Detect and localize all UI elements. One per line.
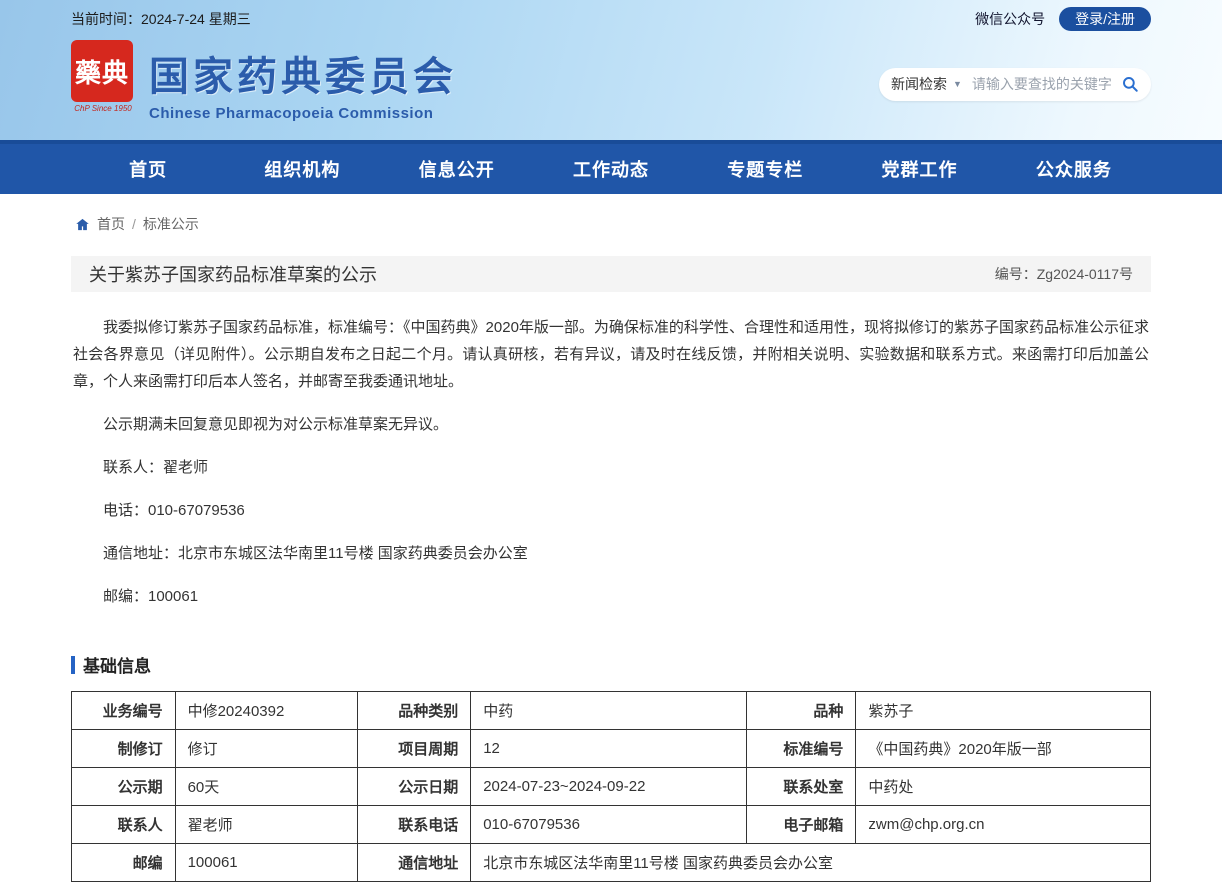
cell-label: 电子邮箱 [747, 806, 856, 844]
cell-label: 品种 [747, 692, 856, 730]
cell-value: 修订 [175, 730, 357, 768]
chevron-down-icon: ▼ [953, 79, 962, 89]
article-title-bar: 关于紫苏子国家药品标准草案的公示 编号：Zg2024-0117号 [71, 256, 1151, 292]
article-title: 关于紫苏子国家药品标准草案的公示 [89, 261, 377, 287]
site-title: 国家药典委员会 [149, 44, 457, 102]
breadcrumb: 首页 / 标准公示 [71, 194, 1151, 256]
table-row: 业务编号 中修20240392 品种类别 中药 品种 紫苏子 [72, 692, 1151, 730]
current-time-label: 当前时间：2024-7-24 星期三 [71, 9, 251, 29]
nav-item-work-news[interactable]: 工作动态 [534, 144, 688, 194]
contact-person-line: 联系人：翟老师 [73, 454, 1149, 481]
nav-item-party-work[interactable]: 党群工作 [842, 144, 996, 194]
breadcrumb-home-link[interactable]: 首页 [97, 214, 125, 234]
cell-value: 《中国药典》2020年版一部 [856, 730, 1151, 768]
login-register-button[interactable]: 登录/注册 [1059, 7, 1151, 31]
cell-label: 公示期 [72, 768, 176, 806]
basic-info-table: 业务编号 中修20240392 品种类别 中药 品种 紫苏子 制修订 修订 项目… [71, 691, 1151, 882]
article-body: 我委拟修订紫苏子国家药品标准，标准编号：《中国药典》2020年版一部。为确保标准… [71, 292, 1151, 636]
main-nav: 首页 组织机构 信息公开 工作动态 专题专栏 党群工作 公众服务 [0, 140, 1222, 194]
nav-item-organization[interactable]: 组织机构 [225, 144, 379, 194]
cell-value: 北京市东城区法华南里11号楼 国家药典委员会办公室 [471, 844, 1151, 882]
nav-item-info-disclosure[interactable]: 信息公开 [380, 144, 534, 194]
address-line: 通信地址：北京市东城区法华南里11号楼 国家药典委员会办公室 [73, 540, 1149, 567]
cell-label: 标准编号 [747, 730, 856, 768]
cell-value: 2024-07-23~2024-09-22 [471, 768, 747, 806]
search-category-dropdown[interactable]: 新闻检索 ▼ [891, 74, 962, 94]
article-paragraph: 我委拟修订紫苏子国家药品标准，标准编号：《中国药典》2020年版一部。为确保标准… [73, 314, 1149, 395]
search-icon [1121, 75, 1139, 93]
table-row: 邮编 100061 通信地址 北京市东城区法华南里11号楼 国家药典委员会办公室 [72, 844, 1151, 882]
seal-icon: 藥典 [71, 40, 133, 102]
nav-item-public-service[interactable]: 公众服务 [997, 144, 1151, 194]
main-content: 首页 / 标准公示 关于紫苏子国家药品标准草案的公示 编号：Zg2024-011… [71, 194, 1151, 882]
article-doc-number: 编号：Zg2024-0117号 [995, 264, 1133, 284]
cell-value: 60天 [175, 768, 357, 806]
site-brand[interactable]: 藥典 ChP Since 1950 国家药典委员会 Chinese Pharma… [71, 40, 457, 122]
cell-label: 联系处室 [747, 768, 856, 806]
search-box: 新闻检索 ▼ [879, 68, 1151, 101]
site-subtitle: Chinese Pharmacopoeia Commission [149, 105, 457, 122]
cell-label: 公示日期 [357, 768, 470, 806]
cell-value: 紫苏子 [856, 692, 1151, 730]
breadcrumb-separator: / [132, 216, 136, 232]
table-row: 联系人 翟老师 联系电话 010-67079536 电子邮箱 zwm@chp.o… [72, 806, 1151, 844]
cell-value: 翟老师 [175, 806, 357, 844]
cell-value: 中修20240392 [175, 692, 357, 730]
cell-label: 品种类别 [357, 692, 470, 730]
search-input[interactable] [972, 76, 1121, 92]
cell-label: 通信地址 [357, 844, 470, 882]
cell-label: 业务编号 [72, 692, 176, 730]
cell-label: 联系人 [72, 806, 176, 844]
wechat-official-link[interactable]: 微信公众号 [975, 9, 1045, 29]
table-row: 制修订 修订 项目周期 12 标准编号 《中国药典》2020年版一部 [72, 730, 1151, 768]
section-accent-bar [71, 656, 75, 674]
cell-label: 邮编 [72, 844, 176, 882]
cell-label: 联系电话 [357, 806, 470, 844]
seal-caption: ChP Since 1950 [71, 104, 135, 113]
cell-value: 100061 [175, 844, 357, 882]
section-title: 基础信息 [83, 652, 151, 677]
page-header: 当前时间：2024-7-24 星期三 微信公众号 登录/注册 藥典 ChP Si… [0, 0, 1222, 140]
cell-value: zwm@chp.org.cn [856, 806, 1151, 844]
basic-info-section-header: 基础信息 [71, 652, 1151, 677]
cell-value: 中药处 [856, 768, 1151, 806]
cell-label: 项目周期 [357, 730, 470, 768]
cell-value: 中药 [471, 692, 747, 730]
home-icon [75, 217, 90, 232]
breadcrumb-current: 标准公示 [143, 214, 199, 234]
nav-item-home[interactable]: 首页 [71, 144, 225, 194]
phone-line: 电话：010-67079536 [73, 497, 1149, 524]
cell-value: 010-67079536 [471, 806, 747, 844]
top-bar: 当前时间：2024-7-24 星期三 微信公众号 登录/注册 [71, 0, 1151, 30]
table-row: 公示期 60天 公示日期 2024-07-23~2024-09-22 联系处室 … [72, 768, 1151, 806]
zipcode-line: 邮编：100061 [73, 583, 1149, 610]
search-category-label: 新闻检索 [891, 74, 947, 94]
search-button[interactable] [1121, 75, 1139, 93]
cell-value: 12 [471, 730, 747, 768]
cell-label: 制修订 [72, 730, 176, 768]
nav-item-special-topics[interactable]: 专题专栏 [688, 144, 842, 194]
chp-seal-logo: 藥典 ChP Since 1950 [71, 40, 135, 113]
article-paragraph: 公示期满未回复意见即视为对公示标准草案无异议。 [73, 411, 1149, 438]
